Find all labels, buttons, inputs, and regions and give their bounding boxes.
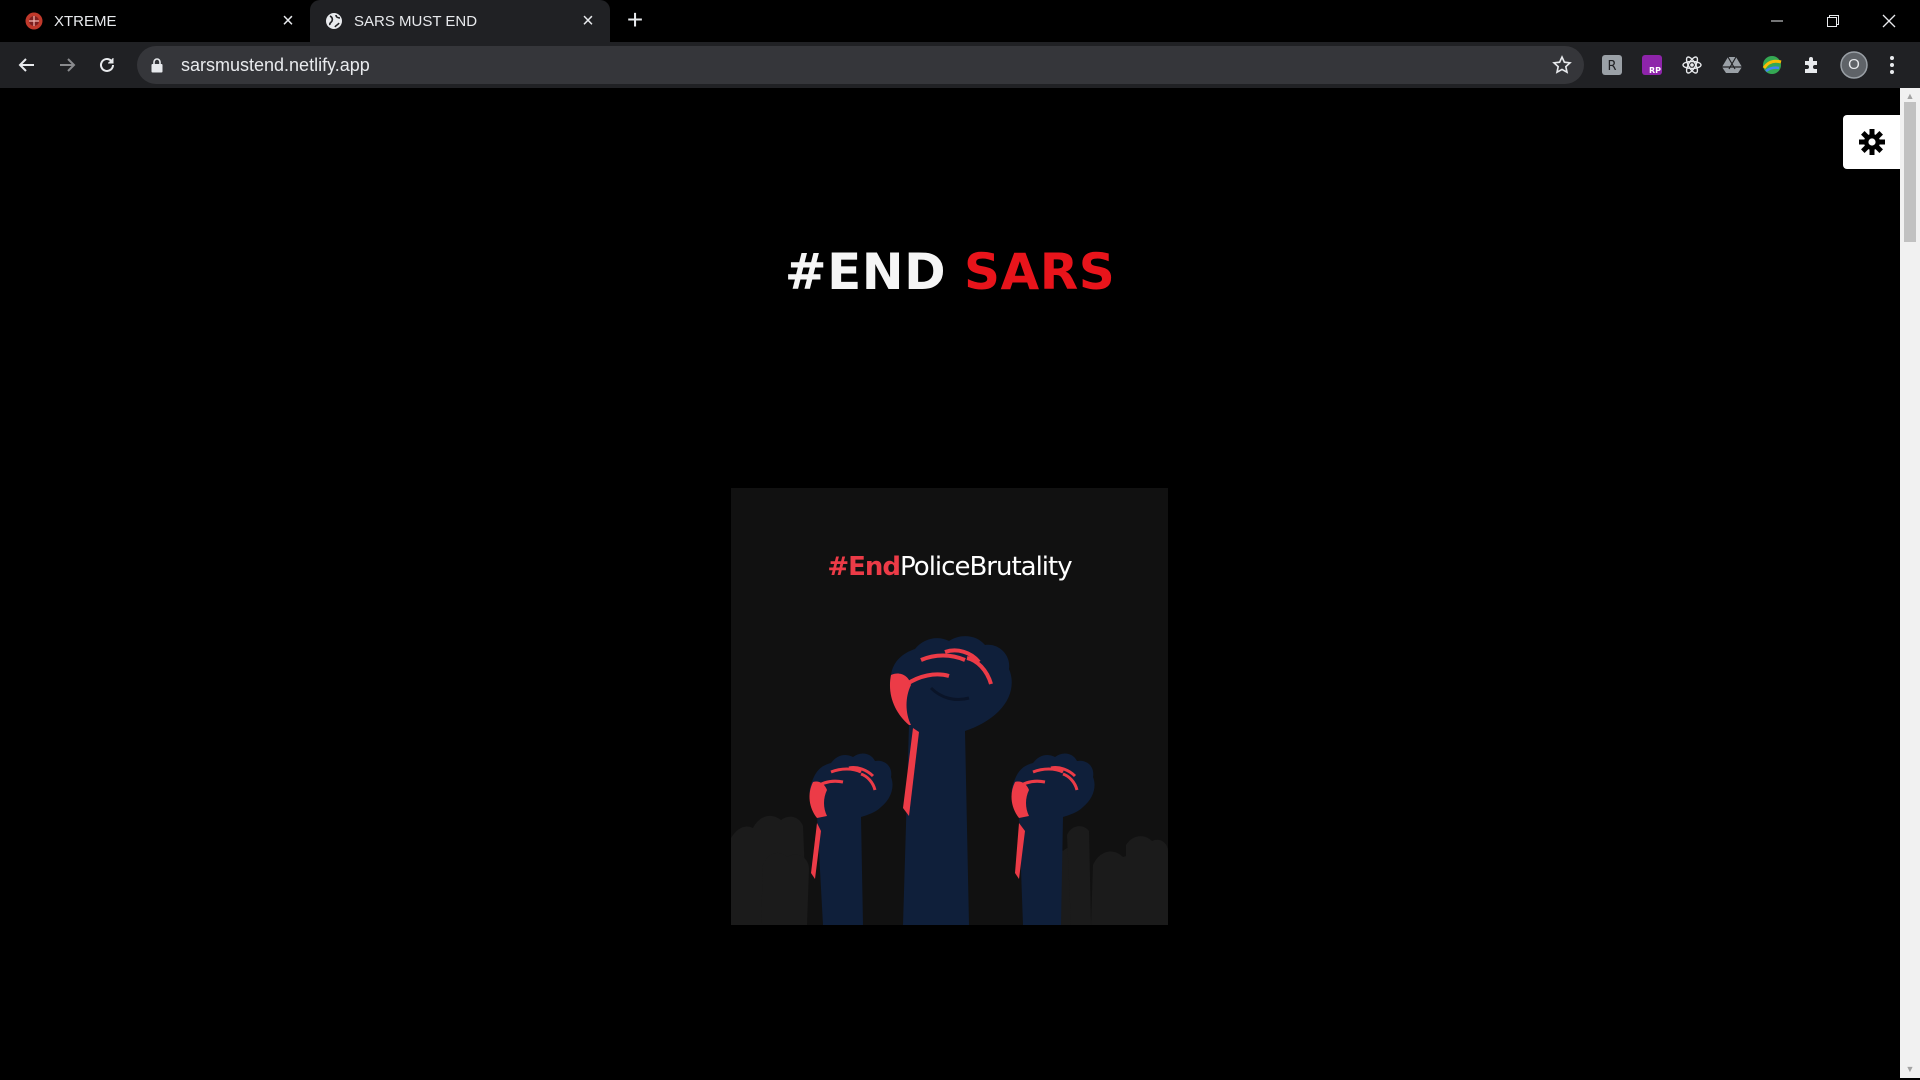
tab-close-icon[interactable]: × [578, 11, 598, 31]
raised-fists-illustration [731, 636, 1168, 925]
star-icon[interactable] [1550, 53, 1574, 77]
reload-icon [100, 57, 114, 72]
profile-avatar[interactable]: O [1840, 51, 1868, 79]
kebab-menu-icon [1890, 56, 1894, 74]
back-button[interactable] [11, 49, 43, 81]
scroll-up-arrow-icon[interactable]: ▲ [1904, 90, 1916, 102]
reload-button[interactable] [91, 49, 123, 81]
tab-close-icon[interactable]: × [278, 11, 298, 31]
svg-text:R: R [1607, 59, 1616, 74]
svg-text:RP: RP [1649, 66, 1661, 75]
restore-button[interactable] [1805, 0, 1861, 42]
tab-title: SARS MUST END [354, 12, 478, 30]
color-picker-extension-icon[interactable] [1760, 53, 1784, 77]
page-scrollbar[interactable]: ▲ ▼ [1900, 88, 1920, 1078]
scroll-thumb[interactable] [1904, 102, 1916, 242]
tab-xtreme[interactable]: XTREME × [0, 0, 310, 42]
minimize-icon [1771, 20, 1783, 22]
end-police-brutality-poster: #EndPoliceBrutality [731, 488, 1168, 925]
scroll-down-arrow-icon[interactable]: ▼ [1904, 1063, 1916, 1075]
minimize-button[interactable] [1749, 0, 1805, 42]
xtreme-favicon-icon [24, 11, 44, 31]
lock-icon[interactable] [151, 57, 167, 73]
menu-button[interactable] [1880, 53, 1904, 77]
browser-toolbar: sarsmustend.netlify.app R RP O [0, 42, 1920, 88]
close-window-icon [1882, 14, 1896, 28]
forward-button[interactable] [51, 49, 83, 81]
drive-icon[interactable] [1720, 53, 1744, 77]
new-tab-button[interactable]: + [622, 6, 648, 34]
tab-title: XTREME [54, 12, 117, 30]
title-sars: SARS [964, 243, 1116, 301]
page-viewport: #END SARS #EndPoliceBrutality [0, 88, 1900, 1078]
rp-extension-icon[interactable]: RP [1640, 53, 1664, 77]
address-bar[interactable]: sarsmustend.netlify.app [137, 46, 1584, 84]
react-devtools-icon[interactable] [1680, 53, 1704, 77]
close-window-button[interactable] [1861, 0, 1917, 42]
back-arrow-icon [18, 58, 34, 72]
page-title: #END SARS [0, 243, 1900, 301]
puzzle-extensions-icon[interactable] [1800, 53, 1824, 77]
restore-icon [1827, 15, 1839, 27]
tab-sars-must-end[interactable]: SARS MUST END × [310, 0, 610, 42]
profile-initial: O [1848, 56, 1860, 73]
zoom-extension-icon[interactable]: R [1600, 53, 1624, 77]
gear-icon [1858, 129, 1885, 155]
url-text[interactable]: sarsmustend.netlify.app [181, 55, 1550, 76]
globe-icon [324, 11, 344, 31]
forward-arrow-icon [60, 58, 76, 72]
tab-strip: XTREME × SARS MUST END × + [0, 0, 1920, 42]
settings-button[interactable] [1843, 115, 1900, 169]
title-end: #END [784, 243, 947, 301]
